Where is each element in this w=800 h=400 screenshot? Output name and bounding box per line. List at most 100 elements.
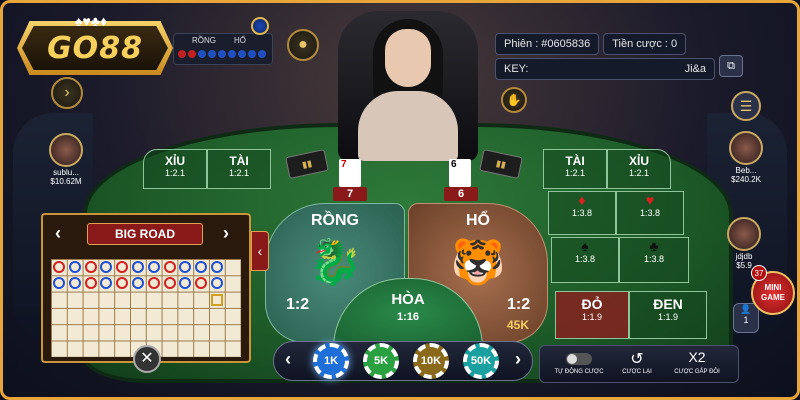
player-balance: $10.62M bbox=[50, 177, 82, 186]
big-road-dot bbox=[132, 277, 144, 290]
big-road-title: BIG ROAD bbox=[87, 223, 203, 245]
big-road-dot bbox=[147, 277, 160, 290]
mini-road-rong-label: RỒNG bbox=[192, 36, 216, 45]
rebet-button[interactable]: ↺ CƯỢC LẠI bbox=[607, 349, 667, 375]
logo-text: GO88 bbox=[22, 26, 168, 70]
rebet-label: CƯỢC LẠI bbox=[622, 369, 652, 375]
heart-icon: ♥ bbox=[645, 192, 655, 208]
bet-title: TÀI bbox=[565, 154, 585, 168]
player-seat-1[interactable]: sublu... $10.62M bbox=[37, 133, 95, 186]
copy-key-button[interactable]: ⧉ bbox=[719, 55, 743, 77]
key-value: Ji&a bbox=[684, 63, 706, 75]
big-road-grid bbox=[51, 259, 241, 357]
big-road-dot bbox=[53, 277, 65, 290]
spade-icon: ♠ bbox=[581, 238, 589, 254]
mini-road-toggle-button[interactable] bbox=[251, 17, 269, 35]
ho-card: 6 bbox=[449, 159, 471, 187]
session-id: Phiên : #0605836 bbox=[495, 33, 600, 55]
chip-next-button[interactable]: › bbox=[515, 349, 521, 370]
bet-den[interactable]: ĐEN 1:1.9 bbox=[629, 291, 707, 339]
bet-title: ĐỎ bbox=[581, 296, 603, 312]
player-name: jdjdb bbox=[735, 252, 753, 261]
player-name: sublu... bbox=[53, 168, 79, 177]
bet-club[interactable]: ♣ 1:3.8 bbox=[619, 237, 689, 283]
big-road-prev-button[interactable]: ‹ bbox=[55, 223, 61, 244]
hoa-ratio: 1:16 bbox=[396, 311, 420, 323]
big-road-dot bbox=[211, 261, 223, 273]
chat-button[interactable]: ☰ bbox=[731, 91, 761, 121]
auto-bet-label: TỰ ĐỘNG CƯỢC bbox=[554, 369, 604, 375]
bet-xiu-right[interactable]: XỈU 1:2.1 bbox=[607, 149, 671, 189]
ho-title: HỔ bbox=[466, 212, 490, 229]
big-road-dot bbox=[195, 261, 208, 273]
chat-icon: ☰ bbox=[739, 98, 753, 114]
mini-road-dot bbox=[188, 50, 196, 58]
online-users-button[interactable]: 👤 1 bbox=[733, 303, 759, 333]
key-field: KEY: Ji&a bbox=[495, 58, 715, 80]
chip-10k[interactable]: 10K bbox=[413, 343, 449, 379]
big-road-dot bbox=[132, 261, 144, 273]
diamond-icon: ♦ bbox=[578, 192, 586, 208]
bet-xiu-left[interactable]: XỈU 1:2.1 bbox=[143, 149, 207, 189]
bet-tai-left[interactable]: TÀI 1:2.1 bbox=[207, 149, 271, 189]
dealer-body bbox=[358, 91, 458, 161]
bet-odds: 1:2.1 bbox=[628, 168, 650, 178]
bet-heart[interactable]: ♥ 1:3.8 bbox=[616, 191, 684, 235]
chip-prev-button[interactable]: ‹ bbox=[285, 349, 291, 370]
double-bet-button[interactable]: X2 CƯỢC GẤP ĐÔI bbox=[667, 349, 727, 375]
mini-road-dot bbox=[248, 50, 256, 58]
minigame-badge: 37 bbox=[751, 265, 767, 281]
chip-50k[interactable]: 50K bbox=[463, 343, 499, 379]
bet-odds: 1:3.8 bbox=[639, 208, 661, 218]
player-seat-2[interactable]: Beb... $240.2K bbox=[717, 131, 775, 184]
hoa-title: HÒA bbox=[391, 291, 425, 308]
chip-5k[interactable]: 5K bbox=[363, 343, 399, 379]
mini-road-dot bbox=[178, 50, 186, 58]
bet-odds: 1:1.9 bbox=[581, 312, 603, 322]
avatar bbox=[727, 217, 761, 251]
hand-icon: ✋ bbox=[506, 93, 522, 107]
big-road-dot bbox=[179, 277, 192, 290]
chip-1k[interactable]: 1K bbox=[313, 343, 349, 379]
mini-road-dot bbox=[208, 50, 216, 58]
mini-road-dot bbox=[198, 50, 206, 58]
close-button[interactable]: ✕ bbox=[133, 345, 161, 373]
total-bet: Tiền cược : 0 bbox=[603, 33, 687, 55]
rong-card: 7 bbox=[339, 159, 361, 187]
x2-text: X2 bbox=[688, 349, 706, 365]
rong-score: 7 bbox=[333, 187, 367, 201]
big-road-dot bbox=[147, 261, 160, 273]
close-icon: ✕ bbox=[140, 350, 154, 367]
big-road-dot bbox=[163, 277, 176, 290]
bet-odds: 1:3.8 bbox=[643, 254, 665, 264]
chevron-left-icon: ‹ bbox=[257, 243, 263, 259]
bet-diamond[interactable]: ♦ 1:3.8 bbox=[548, 191, 616, 235]
bet-tai-right[interactable]: TÀI 1:2.1 bbox=[543, 149, 607, 189]
big-road-dot bbox=[53, 261, 65, 273]
auto-bet-toggle[interactable]: TỰ ĐỘNG CƯỢC bbox=[549, 349, 609, 375]
stop-button[interactable]: ✋ bbox=[501, 87, 527, 113]
double-bet-label: CƯỢC GẤP ĐÔI bbox=[674, 369, 720, 375]
mini-road[interactable]: RỒNG HỔ bbox=[173, 33, 273, 65]
player-seat-3[interactable]: jdjdb $5.9 bbox=[715, 217, 773, 270]
mini-road-dots bbox=[178, 50, 266, 58]
bet-do[interactable]: ĐỎ 1:1.9 bbox=[555, 291, 629, 339]
big-road-dot bbox=[211, 293, 223, 306]
game-frame: GO88 ♠♥♣♦ › RỒNG HỔ ● Phiên : #0605836 T… bbox=[0, 0, 800, 400]
avatar bbox=[729, 131, 763, 165]
ho-ratio: 1:2 bbox=[507, 296, 531, 313]
big-road-next-button[interactable]: › bbox=[223, 223, 229, 244]
back-button[interactable]: › bbox=[51, 77, 83, 109]
mini-road-dot bbox=[238, 50, 246, 58]
mini-road-ho-label: HỔ bbox=[234, 36, 246, 45]
club-icon: ♣ bbox=[649, 238, 659, 254]
bet-odds: 1:1.9 bbox=[657, 312, 679, 322]
bet-title: ĐEN bbox=[653, 296, 683, 312]
bet-spade[interactable]: ♠ 1:3.8 bbox=[551, 237, 619, 283]
big-road-dot bbox=[116, 277, 129, 290]
big-road-collapse-button[interactable]: ‹ bbox=[251, 231, 269, 271]
bet-title: XỈU bbox=[164, 154, 185, 168]
settings-button[interactable]: ● bbox=[287, 29, 319, 61]
logo-cards-icon: ♠♥♣♦ bbox=[75, 13, 108, 29]
big-road-dot bbox=[84, 261, 97, 273]
